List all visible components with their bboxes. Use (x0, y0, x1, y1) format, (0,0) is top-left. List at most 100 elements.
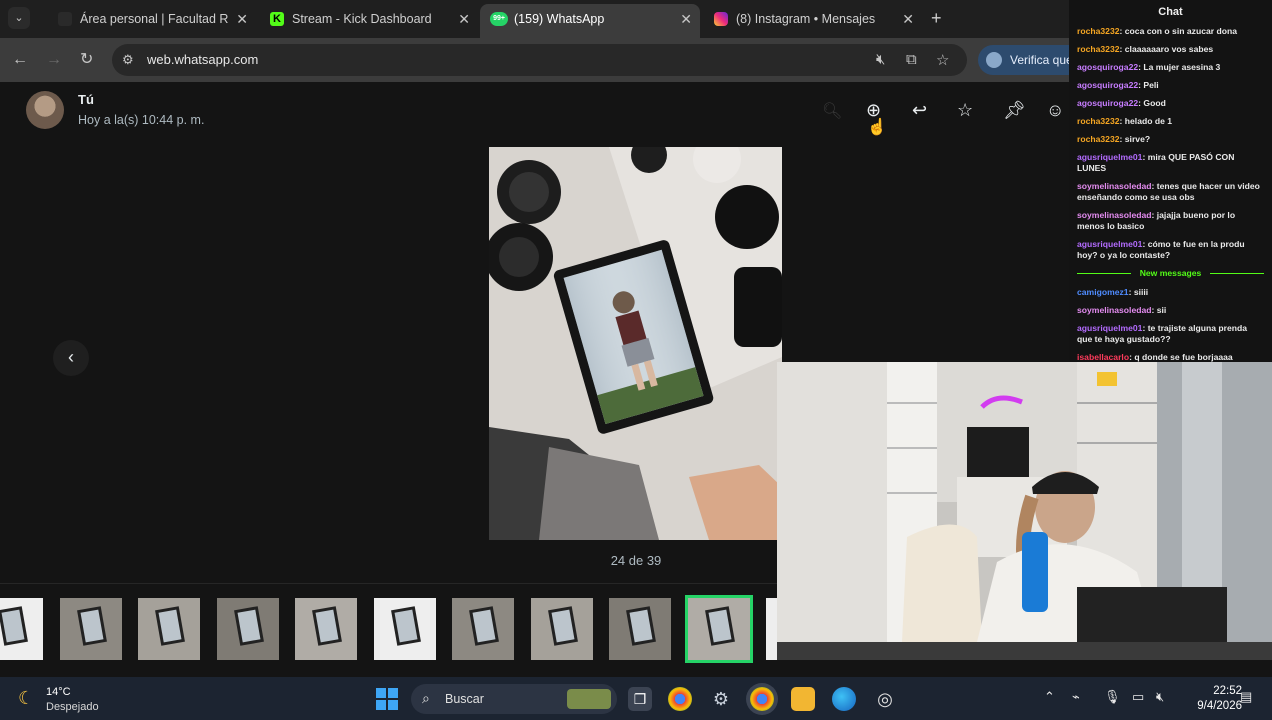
moon-weather-icon[interactable]: ☾ (18, 688, 34, 709)
close-icon[interactable]: ✕ (902, 4, 914, 34)
chat-message: soymelinasoledad: tenes que hacer un vid… (1077, 181, 1260, 202)
tab-kick-dashboard[interactable]: K Stream - Kick Dashboard ✕ (258, 4, 478, 34)
chat-message-text: helado de 1 (1124, 116, 1173, 126)
chat-username[interactable]: soymelinasoledad (1077, 181, 1152, 191)
url-text: web.whatsapp.com (147, 52, 259, 67)
verify-label: Verifica que (1010, 53, 1073, 67)
chat-username[interactable]: agosquiroga22 (1077, 80, 1138, 90)
stream-chat-panel: Chat rocha3232: coca con o sin azucar do… (1069, 0, 1272, 362)
reply-icon[interactable]: ↩ (912, 100, 927, 121)
tab-label: Stream - Kick Dashboard (292, 12, 432, 26)
media-thumbnail[interactable] (138, 598, 200, 660)
tab-facultad[interactable]: Área personal | Facultad Regional ✕ (46, 4, 256, 34)
clock-date[interactable]: 9/4/2026 (1182, 700, 1242, 712)
chat-username[interactable]: agusriquelme01 (1077, 152, 1142, 162)
chat-message-text: sii (1156, 305, 1167, 315)
chat-username[interactable]: agosquiroga22 (1077, 62, 1138, 72)
emoji-react-icon[interactable]: ☺ (1046, 100, 1064, 121)
media-thumbnail[interactable] (373, 598, 436, 660)
pin-icon[interactable]: 📌︎ (1003, 100, 1026, 121)
chat-message: rocha3232: sirve? (1077, 134, 1151, 144)
muted-tab-icon[interactable]: 🔇︎ (876, 51, 885, 68)
edge-browser-icon[interactable] (832, 687, 856, 711)
thumbnail-image (233, 606, 264, 646)
chat-message-text: Good (1143, 98, 1166, 108)
tab-instagram[interactable]: (8) Instagram • Mensajes ✕ (702, 4, 922, 34)
chat-username[interactable]: soymelinasoledad (1077, 210, 1152, 220)
new-messages-divider: New messages (1077, 268, 1264, 279)
network-icon[interactable]: ▭ (1132, 689, 1144, 705)
media-thumbnail[interactable] (530, 598, 593, 660)
forward-arrow-icon[interactable]: → (46, 49, 62, 71)
notifications-icon[interactable]: ▤ (1240, 689, 1252, 705)
volume-muted-icon[interactable]: 🔇︎ (1156, 689, 1164, 705)
chat-message: isabellacarlo: q donde se fue borjaaaa (1077, 352, 1233, 362)
taskbar-search-box[interactable]: ⌕ Buscar (411, 684, 617, 714)
weather-condition[interactable]: Despejado (46, 701, 99, 713)
close-icon[interactable]: ✕ (458, 4, 470, 34)
task-view-icon[interactable]: ❐ (628, 687, 652, 711)
star-icon[interactable]: ☆ (957, 100, 973, 121)
new-tab-button[interactable]: + (931, 8, 942, 28)
wifi-off-icon[interactable]: ⌁ (1072, 689, 1080, 705)
mouse-cursor-icon: ☝ (867, 119, 887, 136)
chat-message: soymelinasoledad: sii (1077, 305, 1167, 315)
chat-message-text: La mujer asesina 3 (1143, 62, 1221, 72)
thumbnail-image (626, 606, 656, 646)
media-thumbnail[interactable] (59, 598, 122, 660)
chat-username[interactable]: rocha3232 (1077, 134, 1120, 144)
chat-title: Chat (1158, 6, 1183, 18)
tab-search-button[interactable]: ⌄ (8, 7, 30, 29)
obs-studio-icon[interactable]: ◎ (873, 687, 897, 711)
chat-username[interactable]: soymelinasoledad (1077, 305, 1152, 315)
search-label: Buscar (445, 692, 484, 706)
chat-message: rocha3232: claaaaaaro vos sabes (1077, 44, 1214, 54)
previous-media-button[interactable]: ‹ (53, 340, 89, 376)
media-thumbnail[interactable] (295, 598, 357, 660)
zoom-out-icon[interactable]: 🔍︎ (822, 101, 842, 121)
media-thumbnail[interactable] (216, 598, 279, 660)
close-icon[interactable]: ✕ (236, 4, 248, 34)
chat-message-text: q donde se fue borjaaaa (1134, 352, 1233, 362)
chat-username[interactable]: rocha3232 (1077, 26, 1120, 36)
chevron-up-icon[interactable]: ⌃ (1044, 689, 1055, 705)
search-highlight-image (567, 689, 611, 709)
chrome-icon[interactable] (750, 687, 774, 711)
back-arrow-icon[interactable]: ← (12, 49, 28, 71)
chat-username[interactable]: isabellacarlo (1077, 352, 1129, 362)
media-thumbnail[interactable] (0, 598, 43, 660)
sender-name: Tú (78, 92, 94, 107)
bookmark-star-icon[interactable]: ☆ (936, 51, 949, 69)
thumbnail-image (155, 606, 185, 646)
chat-username[interactable]: camigomez1 (1077, 287, 1129, 297)
close-icon[interactable]: ✕ (680, 4, 692, 34)
media-thumbnail[interactable] (452, 598, 514, 660)
chat-username[interactable]: rocha3232 (1077, 44, 1120, 54)
chat-username[interactable]: agosquiroga22 (1077, 98, 1138, 108)
install-app-icon[interactable]: ⧉ (906, 51, 917, 68)
chrome-profile-icon[interactable] (668, 687, 692, 711)
media-thumbnail[interactable] (684, 595, 753, 663)
media-photo[interactable] (489, 147, 782, 540)
tab-label: Área personal | Facultad Regional (80, 12, 228, 26)
chat-username[interactable]: agusriquelme01 (1077, 239, 1142, 249)
windows-start-icon[interactable] (376, 688, 398, 710)
avatar[interactable] (26, 91, 64, 129)
url-input[interactable]: ⚙ web.whatsapp.com 🔇︎ ⧉ ☆ (112, 44, 967, 76)
chat-message: rocha3232: coca con o sin azucar dona (1077, 26, 1238, 36)
tab-whatsapp[interactable]: 99+ (159) WhatsApp ✕ (480, 4, 700, 38)
media-thumbnail[interactable] (609, 598, 671, 660)
profile-avatar-icon (986, 52, 1002, 68)
instagram-icon (714, 12, 728, 26)
site-settings-icon[interactable]: ⚙ (122, 52, 134, 68)
microphone-icon[interactable]: 🎙︎ (1104, 689, 1121, 705)
settings-gear-icon[interactable]: ⚙ (709, 687, 733, 711)
file-explorer-icon[interactable] (791, 687, 815, 711)
thumbnail-image (547, 606, 578, 646)
weather-temperature[interactable]: 14°C (46, 686, 71, 698)
whatsapp-icon: 99+ (490, 12, 508, 26)
chat-username[interactable]: agusriquelme01 (1077, 323, 1142, 333)
chat-username[interactable]: rocha3232 (1077, 116, 1120, 126)
clock-time[interactable]: 22:52 (1202, 685, 1242, 697)
reload-icon[interactable]: ↻ (80, 49, 93, 71)
